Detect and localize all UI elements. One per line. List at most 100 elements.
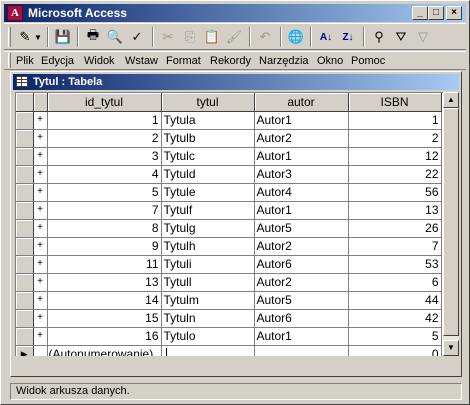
expand-icon[interactable]: + <box>33 201 48 220</box>
spelling-icon[interactable]: ✓ <box>126 26 148 48</box>
sort-descending-icon[interactable]: Z↓ <box>337 26 359 48</box>
cell-autor[interactable]: Autor1 <box>254 111 349 130</box>
undo-icon[interactable]: ↶ <box>254 26 276 48</box>
cell-autor[interactable]: Autor1 <box>254 327 349 346</box>
paste-icon[interactable]: 📋 <box>201 26 223 48</box>
table-row[interactable]: +13 Tytull Autor2 6 <box>16 273 442 292</box>
cell-tytul[interactable]: Tytuld <box>161 165 255 184</box>
filter-by-form-icon[interactable]: ⛛ <box>390 26 412 48</box>
cell-isbn[interactable]: 44 <box>348 291 442 310</box>
record-selector[interactable] <box>16 327 34 346</box>
cell-tytul[interactable]: Tytulf <box>161 201 255 220</box>
table-row[interactable]: +3 Tytulc Autor1 12 <box>16 147 442 166</box>
cell-autor[interactable]: Autor6 <box>254 309 349 328</box>
menu-edycja[interactable]: Edycja <box>41 54 74 68</box>
cell-autor[interactable]: Autor3 <box>254 165 349 184</box>
cell-autor[interactable]: Autor2 <box>254 237 349 256</box>
cell-tytul[interactable]: Tytulm <box>161 291 255 310</box>
expand-icon[interactable]: + <box>33 309 48 328</box>
cell-isbn[interactable]: 7 <box>348 237 442 256</box>
cell-id-tytul[interactable]: 4 <box>47 165 162 184</box>
expand-icon[interactable]: + <box>33 291 48 310</box>
cell-id-tytul[interactable]: 3 <box>47 147 162 166</box>
select-all-cell[interactable] <box>16 93 34 112</box>
cell-autor[interactable]: Autor6 <box>254 255 349 274</box>
expand-icon[interactable]: + <box>33 237 48 256</box>
apply-filter-icon[interactable]: ▽ <box>412 26 434 48</box>
cell-isbn[interactable]: 26 <box>348 219 442 238</box>
view-dropdown-icon[interactable]: ▼ <box>33 26 43 48</box>
record-selector[interactable] <box>16 219 34 238</box>
cell-id-tytul[interactable]: 1 <box>47 111 162 130</box>
cell-isbn[interactable]: 22 <box>348 165 442 184</box>
cell-id-tytul[interactable]: 8 <box>47 219 162 238</box>
cell-autor[interactable]: Autor5 <box>254 219 349 238</box>
column-header-tytul[interactable]: tytul <box>161 93 255 112</box>
table-row[interactable]: +7 Tytulf Autor1 13 <box>16 201 442 220</box>
cell-isbn[interactable]: 12 <box>348 147 442 166</box>
expand-icon[interactable]: + <box>33 165 48 184</box>
menu-pomoc[interactable]: Pomoc <box>351 54 385 68</box>
table-row[interactable]: +16 Tytulo Autor1 5 <box>16 327 442 346</box>
close-button[interactable]: × <box>446 6 462 20</box>
record-selector[interactable] <box>16 237 34 256</box>
new-cell-tytul[interactable] <box>161 345 255 356</box>
print-icon[interactable]: 🖶 <box>82 26 104 48</box>
cell-id-tytul[interactable]: 16 <box>47 327 162 346</box>
menu-widok[interactable]: Widok <box>84 54 115 68</box>
cell-tytul[interactable]: Tytuln <box>161 309 255 328</box>
record-selector[interactable] <box>16 183 34 202</box>
column-header-isbn[interactable]: ISBN <box>348 93 442 112</box>
cell-isbn[interactable]: 1 <box>348 111 442 130</box>
cell-tytul[interactable]: Tytula <box>161 111 255 130</box>
cell-isbn[interactable]: 53 <box>348 255 442 274</box>
scroll-up-icon[interactable]: ▲ <box>443 92 459 108</box>
cell-tytul[interactable]: Tytuli <box>161 255 255 274</box>
new-cell-autor[interactable] <box>254 345 349 356</box>
menu-plik[interactable]: Plik <box>16 54 34 68</box>
expand-icon[interactable]: + <box>33 327 48 346</box>
new-record-row[interactable]: ▶ (Autonumerowanie) 0 <box>16 345 442 356</box>
cell-isbn[interactable]: 5 <box>348 327 442 346</box>
filter-by-selection-icon[interactable]: ⚲ <box>368 26 390 48</box>
new-cell-isbn[interactable]: 0 <box>348 345 442 356</box>
access-key-icon[interactable]: A <box>7 5 23 21</box>
minimize-button[interactable]: _ <box>412 6 428 20</box>
cell-tytul[interactable]: Tytulc <box>161 147 255 166</box>
cell-autor[interactable]: Autor2 <box>254 129 349 148</box>
cell-id-tytul[interactable]: 13 <box>47 273 162 292</box>
cell-tytul[interactable]: Tytule <box>161 183 255 202</box>
cell-autor[interactable]: Autor2 <box>254 273 349 292</box>
cell-tytul[interactable]: Tytulh <box>161 237 255 256</box>
table-row[interactable]: +2 Tytulb Autor2 2 <box>16 129 442 148</box>
cell-autor[interactable]: Autor4 <box>254 183 349 202</box>
expand-icon[interactable]: + <box>33 111 48 130</box>
table-row[interactable]: +14 Tytulm Autor5 44 <box>16 291 442 310</box>
record-selector[interactable] <box>16 111 34 130</box>
column-header-autor[interactable]: autor <box>254 93 349 112</box>
record-selector[interactable] <box>16 309 34 328</box>
format-painter-icon[interactable]: 🖌 <box>223 26 245 48</box>
menu-wstaw[interactable]: Wstaw <box>125 54 158 68</box>
record-selector[interactable] <box>16 147 34 166</box>
cell-id-tytul[interactable]: 11 <box>47 255 162 274</box>
cell-isbn[interactable]: 6 <box>348 273 442 292</box>
expand-icon[interactable]: + <box>33 273 48 292</box>
table-window-title-bar[interactable]: Tytul : Tabela <box>13 74 459 90</box>
table-row[interactable]: +8 Tytulg Autor5 26 <box>16 219 442 238</box>
table-row[interactable]: +11 Tytuli Autor6 53 <box>16 255 442 274</box>
datasheet-grid[interactable]: id_tytul tytul autor ISBN +1 Tytula Autor1… <box>15 92 443 356</box>
cell-autor[interactable]: Autor1 <box>254 147 349 166</box>
menu-format[interactable]: Format <box>166 54 201 68</box>
cell-isbn[interactable]: 13 <box>348 201 442 220</box>
print-preview-icon[interactable]: 🔍 <box>104 26 126 48</box>
cell-autor[interactable]: Autor5 <box>254 291 349 310</box>
cell-id-tytul[interactable]: 9 <box>47 237 162 256</box>
vertical-scrollbar[interactable]: ▲ ▼ <box>443 92 459 356</box>
menu-narzedzia[interactable]: Narzędzia <box>259 54 309 68</box>
maximize-button[interactable]: □ <box>428 6 444 20</box>
record-selector[interactable] <box>16 165 34 184</box>
cell-tytul[interactable]: Tytull <box>161 273 255 292</box>
expand-icon[interactable]: + <box>33 147 48 166</box>
expand-icon[interactable]: + <box>33 219 48 238</box>
